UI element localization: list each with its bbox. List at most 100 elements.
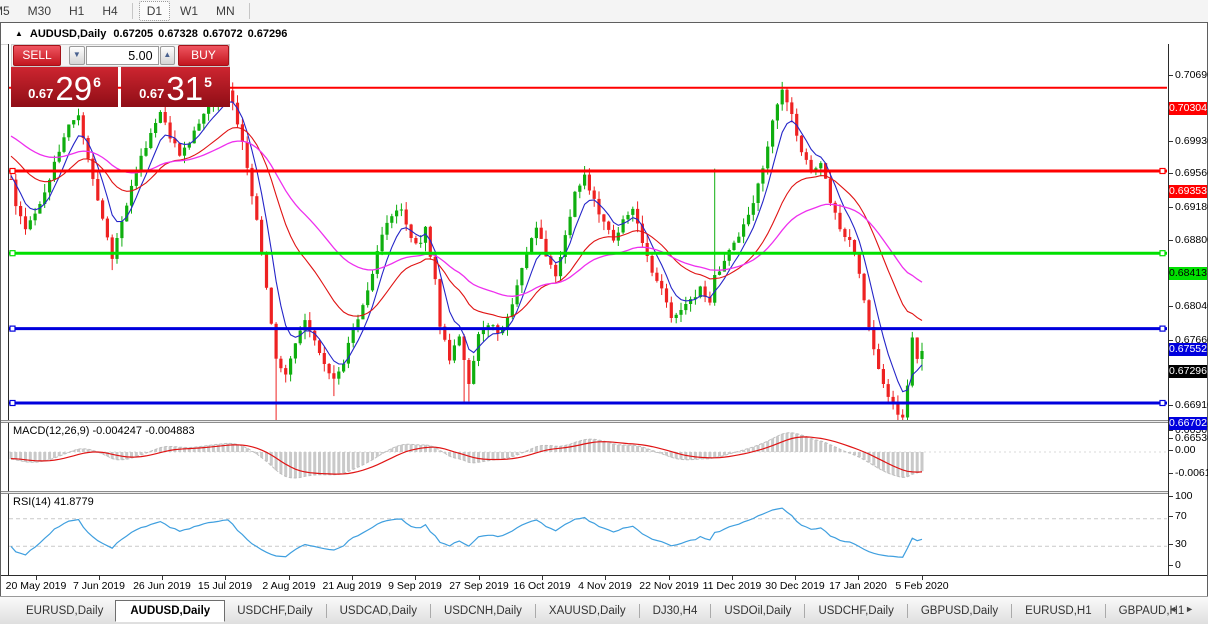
- price-tick: 0.68040: [1175, 300, 1208, 312]
- date-label: 21 Aug 2019: [322, 580, 382, 592]
- chart-tab-usdcnh-daily[interactable]: USDCNH,Daily: [432, 601, 534, 621]
- tab-separator: [429, 604, 431, 618]
- axis-tick-mark: [1169, 450, 1173, 451]
- toolbar-separator: [131, 3, 133, 19]
- price-chart-pane[interactable]: SELL ▼ ▲ BUY 0.67 29 6 0.67 31 5: [8, 44, 1170, 420]
- macd-pane[interactable]: MACD(12,26,9) -0.004247 -0.004883: [8, 423, 1170, 491]
- toolbar-separator: [248, 3, 250, 19]
- buy-button[interactable]: BUY: [178, 45, 229, 66]
- date-label: 2 Aug 2019: [262, 580, 316, 592]
- tab-scroll-left-icon[interactable]: ◄: [1168, 604, 1185, 614]
- price-tick: 0.68800: [1175, 234, 1208, 246]
- toolbar-button-w1[interactable]: W1: [172, 1, 206, 21]
- tab-separator: [710, 604, 712, 618]
- date-label: 7 Jun 2019: [73, 580, 125, 592]
- axis-tick-mark: [1169, 565, 1173, 566]
- sell-price-box[interactable]: 0.67 29 6: [11, 67, 118, 107]
- title-open-value: 0.67205: [113, 27, 154, 40]
- date-label: 27 Sep 2019: [449, 580, 509, 592]
- volume-down-button[interactable]: ▼: [69, 46, 85, 65]
- chart-tab-usdoil-daily[interactable]: USDOil,Daily: [712, 601, 803, 621]
- sell-price-prefix: 0.67: [28, 86, 54, 101]
- axis-tick-mark: [1169, 430, 1173, 431]
- date-label: 11 Dec 2019: [702, 580, 762, 592]
- price-axis[interactable]: 0.70690 0.69930 0.69560 0.69180 0.68800 0.680…: [1168, 44, 1208, 596]
- sell-price-big: 29: [55, 70, 93, 107]
- chart-symbol-period: AUDUSD,Daily: [29, 27, 107, 40]
- tab-scroll-right-icon[interactable]: ►: [1185, 604, 1202, 614]
- date-label: 4 Nov 2019: [578, 580, 632, 592]
- buy-price-sup: 5: [204, 74, 212, 90]
- axis-tick-mark: [1169, 173, 1173, 174]
- toolbar-button-m5[interactable]: M5: [0, 1, 18, 21]
- date-label: 9 Sep 2019: [388, 580, 442, 592]
- date-axis[interactable]: 20 May 2019 7 Jun 2019 26 Jun 2019 15 Jul 2…: [1, 575, 1207, 596]
- rsi-label: RSI(14) 41.8779: [13, 496, 94, 508]
- rsi-pane[interactable]: RSI(14) 41.8779: [8, 494, 1170, 575]
- macd-label: MACD(12,26,9) -0.004247 -0.004883: [13, 425, 195, 437]
- rsi-axis-tick: 0: [1175, 559, 1181, 571]
- one-click-collapse-icon[interactable]: ▲: [15, 29, 23, 38]
- macd-axis-tick: -0.006148: [1175, 467, 1208, 479]
- toolbar-button-d1[interactable]: D1: [138, 1, 171, 21]
- chart-tab-usdchf-daily[interactable]: USDCHF,Daily: [225, 601, 324, 621]
- axis-tick-mark: [1169, 207, 1173, 208]
- date-label: 15 Jul 2019: [197, 580, 253, 592]
- tab-separator: [804, 604, 806, 618]
- one-click-trading-panel: SELL ▼ ▲ BUY 0.67 29 6 0.67 31 5: [11, 44, 230, 107]
- chart-tab-xauusd-daily[interactable]: XAUUSD,Daily: [537, 601, 638, 621]
- chart-window: ▲ AUDUSD,Daily 0.67205 0.67328 0.67072 0…: [0, 22, 1208, 596]
- price-tick: 0.66910: [1175, 399, 1208, 411]
- trade-panel-top-row: SELL ▼ ▲ BUY: [11, 44, 230, 67]
- toolbar-button-mn[interactable]: MN: [208, 1, 243, 21]
- axis-tick-mark: [1169, 438, 1173, 439]
- chart-tab-eurusd-daily[interactable]: EURUSD,Daily: [14, 601, 115, 621]
- date-label: 22 Nov 2019: [639, 580, 699, 592]
- chart-tab-usdcad-daily[interactable]: USDCAD,Daily: [328, 601, 429, 621]
- title-high-value: 0.67328: [158, 27, 198, 40]
- tab-separator: [534, 604, 536, 618]
- tab-separator: [325, 604, 327, 618]
- date-label: 16 Oct 2019: [513, 580, 571, 592]
- mt4-application: M5M30H1H4 D1W1MN ▲ AUDUSD,Daily 0.67205 0…: [0, 0, 1208, 624]
- volume-up-button[interactable]: ▲: [159, 46, 176, 65]
- chart-tab-audusd-daily[interactable]: AUDUSD,Daily: [115, 599, 226, 622]
- axis-tick-mark: [1169, 340, 1173, 341]
- chart-tab-gbpusd-daily[interactable]: GBPUSD,Daily: [909, 601, 1010, 621]
- timeframe-toolbar: M5M30H1H4 D1W1MN: [0, 0, 1208, 23]
- chart-tab-bar: EURUSD,Daily AUDUSD,Daily USDCHF,Daily USDC…: [0, 596, 1208, 624]
- title-close-value: 0.67296: [247, 27, 288, 40]
- toolbar-button-h1[interactable]: H1: [61, 1, 92, 21]
- axis-tick-mark: [1169, 405, 1173, 406]
- rsi-axis-tick: 30: [1175, 538, 1187, 550]
- chart-tab-usdchf-daily[interactable]: USDCHF,Daily: [806, 601, 905, 621]
- chart-title-row: ▲ AUDUSD,Daily 0.67205 0.67328 0.67072 0…: [1, 23, 1207, 45]
- date-label: 30 Dec 2019: [765, 580, 825, 592]
- tab-separator: [638, 604, 640, 618]
- tab-separator: [1011, 604, 1013, 618]
- rsi-axis-tick: 70: [1175, 510, 1187, 522]
- date-label: 26 Jun 2019: [133, 580, 191, 592]
- price-tag-0.66702: 0.66702: [1169, 417, 1207, 430]
- date-label: 5 Feb 2020: [895, 580, 949, 592]
- price-tag-0.67552: 0.67552: [1169, 343, 1207, 356]
- price-tag-0.67296: 0.67296: [1169, 365, 1207, 378]
- axis-tick-mark: [1169, 141, 1173, 142]
- tab-separator: [906, 604, 908, 618]
- chart-tab-eurusd-h1[interactable]: EURUSD,H1: [1013, 601, 1103, 621]
- buy-price-box[interactable]: 0.67 31 5: [121, 67, 230, 107]
- price-tag-0.68413: 0.68413: [1169, 267, 1207, 280]
- date-label: 20 May 2019: [5, 580, 67, 592]
- title-low-value: 0.67072: [202, 27, 243, 40]
- toolbar-button-h4[interactable]: H4: [94, 1, 125, 21]
- axis-tick-mark: [1169, 306, 1173, 307]
- volume-input[interactable]: [85, 46, 159, 65]
- rsi-axis-tick: 100: [1175, 490, 1193, 502]
- price-tick: 0.69560: [1175, 167, 1208, 179]
- axis-tick-mark: [1169, 75, 1173, 76]
- chart-tab-dj30-h4[interactable]: DJ30,H4: [641, 601, 710, 621]
- buy-price-big: 31: [166, 70, 204, 107]
- date-label: 17 Jan 2020: [829, 580, 887, 592]
- toolbar-button-m30[interactable]: M30: [20, 1, 59, 21]
- sell-button[interactable]: SELL: [13, 45, 62, 66]
